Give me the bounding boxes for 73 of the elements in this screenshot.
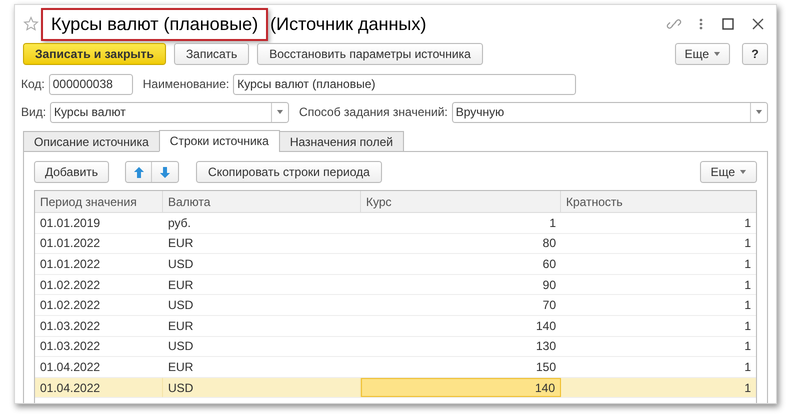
add-button[interactable]: Добавить [34,161,110,183]
dropdown-field[interactable]: Вручную [452,102,768,122]
table-cell-text: 01.03.2022 [39,338,102,356]
more-vertical-icon[interactable] [698,17,704,31]
table-cell-text: 130 [534,338,557,356]
table-cell-text: 01.03.2022 [39,318,102,335]
caret-icon [714,52,720,56]
table-row[interactable]: 01.03.2022 USD 130 1 [35,336,756,358]
column-header[interactable]: Период значения [35,191,163,212]
window-title: Курсы валют (плановые) [41,8,268,40]
tab[interactable]: Описание источника [23,131,160,152]
table-cell-text: USD [167,338,194,356]
more-button[interactable]: Еще [674,43,730,65]
input-field[interactable]: 000000038 [48,74,133,94]
table-cell-text: EUR [167,276,194,294]
dropdown-field[interactable]: Курсы валют [50,102,290,122]
field-label: Код: [21,76,45,93]
table-cell: 01.04.2022 [35,378,163,398]
maximize-icon[interactable] [722,18,734,30]
table-cell-text: USD [167,297,194,314]
table-cell-text: 01.01.2022 [39,235,102,252]
table-cell-text: 01.04.2022 [39,358,102,376]
table-cell-text: 1 [548,214,557,232]
more-button[interactable]: Еще [700,161,757,183]
table-cell-text: 1 [743,318,752,335]
table-row[interactable]: 01.04.2022 USD 140 1 [35,378,756,398]
table-cell-text: EUR [167,235,194,252]
field-label: Вид: [21,104,46,121]
table-cell-text: 80 [542,235,557,252]
table-cell-text: 01.02.2022 [39,276,102,294]
caret-icon [740,170,746,174]
tab[interactable]: Назначения полей [278,131,404,152]
close-icon[interactable] [752,18,764,30]
table-row[interactable]: 01.01.2022 EUR 80 1 [35,234,756,254]
table-cell-text: 1 [743,358,752,376]
table-cell-text: руб. [167,214,192,232]
field-label: Способ задания значений: [299,104,448,121]
copy-period-rows-button[interactable]: Скопировать строки периода [196,161,382,183]
caret-icon [756,110,762,114]
table-cell-text: USD [167,256,194,273]
field-label: Наименование: [142,76,230,93]
table-cell-text: 60 [542,256,557,273]
toolbar-button[interactable]: Записать [174,43,250,65]
arrow-down-icon [160,166,170,178]
input-field[interactable]: Курсы валют (плановые) [233,74,576,94]
table-cell-text: 01.02.2022 [39,297,102,314]
table-cell-text: 1 [743,338,752,356]
window-subtitle: (Источник данных) [270,12,426,36]
table-cell-text: 90 [542,276,557,294]
tab[interactable]: Строки источника [158,130,280,152]
table-cell-text: 150 [534,358,557,376]
table-cell-text: 140 [534,318,557,335]
table-cell-text: EUR [167,318,194,335]
column-header[interactable]: Валюта [163,191,361,212]
toolbar-button[interactable]: Восстановить параметры источника [257,43,483,65]
table-cell-text: 1 [743,235,752,252]
help-button[interactable]: ? [742,43,768,65]
table-cell-text: 1 [743,380,752,397]
save-and-close-button[interactable]: Записать и закрыть [23,43,166,65]
table-cell-text: 01.01.2022 [39,256,102,273]
caret-icon [277,110,284,114]
table-cell-text: 1 [743,256,752,273]
table-cell-text: 01.01.2019 [39,214,102,232]
table-cell-text: 1 [743,276,752,294]
column-header[interactable]: Кратность [561,191,756,212]
table-cell-text: 1 [743,297,752,314]
table-cell-text: 70 [542,297,557,314]
table-cell-text: 1 [743,214,752,232]
table-cell-text: EUR [167,358,194,376]
star-icon[interactable] [23,16,39,32]
column-header[interactable]: Курс [361,191,561,212]
arrow-up-icon [134,166,144,178]
table-cell: 140 [361,378,561,398]
